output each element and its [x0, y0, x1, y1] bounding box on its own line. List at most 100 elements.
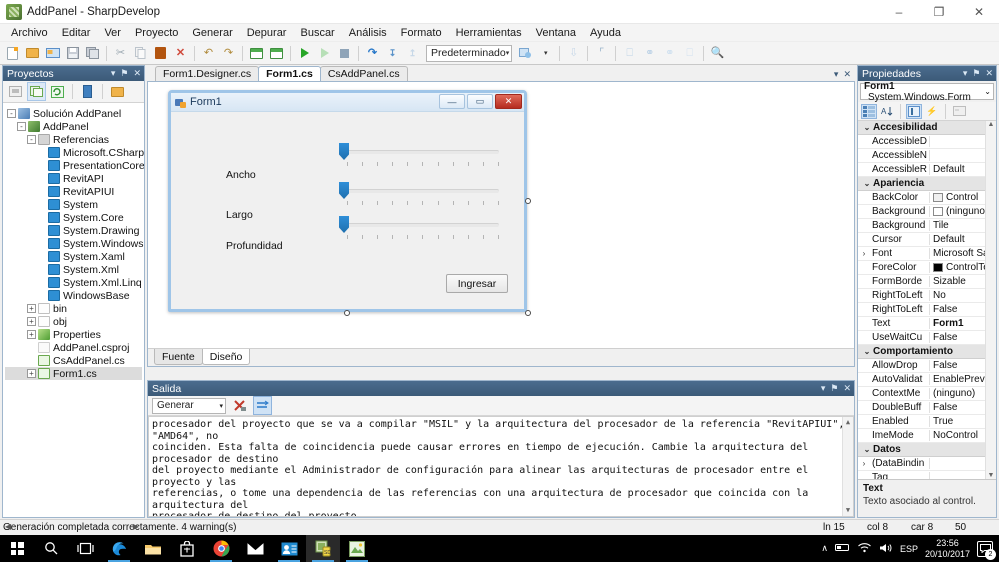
tab-menu-icon[interactable]: ▾: [834, 69, 839, 80]
property-row[interactable]: AccessibleD: [858, 135, 996, 149]
property-row[interactable]: ImeMode NoControl: [858, 429, 996, 443]
start-icon[interactable]: [0, 535, 34, 562]
output-text[interactable]: procesador del proyecto que se va a comp…: [148, 416, 854, 517]
property-category[interactable]: ⌄ Accesibilidad: [858, 121, 996, 135]
download-icon[interactable]: ⇩: [564, 44, 583, 63]
save-icon[interactable]: [63, 44, 82, 63]
undo-icon[interactable]: ↶: [199, 44, 218, 63]
expand-icon[interactable]: +: [27, 369, 36, 378]
clock[interactable]: 23:56 20/10/2017: [925, 538, 970, 560]
scroll-down-icon[interactable]: ▼: [846, 505, 850, 517]
tree-item[interactable]: AddPanel.csproj: [5, 341, 142, 354]
tree-item[interactable]: RevitAPIUI: [5, 185, 142, 198]
menu-proyecto[interactable]: Proyecto: [128, 26, 185, 40]
trackbar-largo[interactable]: [339, 182, 499, 210]
property-row[interactable]: ForeColor ControlTex: [858, 261, 996, 275]
pin-icon[interactable]: ⚑: [972, 68, 980, 79]
chevron-down-icon[interactable]: ▾: [536, 44, 555, 63]
close-icon[interactable]: ✕: [843, 383, 851, 394]
resize-handle-right[interactable]: [525, 198, 531, 204]
file-explorer-icon[interactable]: [136, 535, 170, 562]
property-row[interactable]: Enabled True: [858, 415, 996, 429]
project-tree[interactable]: - Solución AddPanel - AddPanel - Referencias M…: [3, 103, 144, 517]
chrome-icon[interactable]: [204, 535, 238, 562]
expand-icon[interactable]: +: [27, 317, 36, 326]
open-project-icon[interactable]: [43, 44, 62, 63]
collapse-icon[interactable]: -: [27, 135, 36, 144]
property-row[interactable]: Background (ninguno): [858, 205, 996, 219]
search-icon[interactable]: [34, 535, 68, 562]
tree-item[interactable]: PresentationCore: [5, 159, 144, 172]
properties-scrollbar[interactable]: ▲ ▼: [985, 121, 996, 479]
tree-item[interactable]: System.Drawing: [5, 224, 142, 237]
open-folder-icon[interactable]: [108, 82, 127, 101]
property-row[interactable]: RightToLeft No: [858, 289, 996, 303]
task-view-icon[interactable]: [68, 535, 102, 562]
tree-item[interactable]: System.Windows.: [5, 237, 144, 250]
chevron-right-icon[interactable]: ›: [858, 459, 870, 468]
close-icon[interactable]: ✕: [959, 0, 999, 24]
property-row[interactable]: › (DataBindin: [858, 457, 996, 471]
tree-item[interactable]: CsAddPanel.cs: [5, 354, 142, 367]
expand-icon[interactable]: +: [27, 330, 36, 339]
collapse-icon[interactable]: -: [17, 122, 26, 131]
output-category-combo[interactable]: Generar ▾: [152, 397, 226, 414]
properties-icon[interactable]: [6, 82, 25, 101]
run-icon[interactable]: [295, 44, 314, 63]
property-category[interactable]: ⌄ Comportamiento: [858, 345, 996, 359]
step-into-icon[interactable]: ↧: [383, 44, 402, 63]
tree-item[interactable]: Microsoft.CSharp: [5, 146, 144, 159]
property-row[interactable]: AllowDrop False: [858, 359, 996, 373]
property-row[interactable]: ContextMe (ninguno): [858, 387, 996, 401]
tree-item[interactable]: System.Core: [5, 211, 142, 224]
copy-icon[interactable]: [131, 44, 150, 63]
property-row[interactable]: RightToLeft False: [858, 303, 996, 317]
property-row[interactable]: DoubleBuff False: [858, 401, 996, 415]
tree-item[interactable]: - Referencias: [5, 133, 142, 146]
hardware-icon[interactable]: [834, 542, 850, 555]
categorized-icon[interactable]: [861, 103, 877, 119]
trackbar-thumb[interactable]: [339, 143, 349, 160]
pin-icon[interactable]: ⚑: [830, 383, 838, 394]
show-all-files-icon[interactable]: [27, 82, 46, 101]
auto-hide-menu-icon[interactable]: ▾: [111, 68, 116, 79]
auto-hide-menu-icon[interactable]: ▾: [963, 68, 968, 79]
store-icon[interactable]: [170, 535, 204, 562]
search-icon[interactable]: 🔍: [708, 44, 727, 63]
comment-icon[interactable]: ⎕: [620, 44, 639, 63]
paste-icon[interactable]: [151, 44, 170, 63]
scroll-up-icon[interactable]: ▲: [988, 121, 995, 128]
settings-icon[interactable]: [516, 44, 535, 63]
property-row[interactable]: BackColor Control: [858, 191, 996, 205]
save-all-icon[interactable]: [83, 44, 102, 63]
tray-expand-icon[interactable]: ∧: [821, 543, 828, 554]
property-row[interactable]: FormBorde Sizable: [858, 275, 996, 289]
scroll-right-icon[interactable]: ▶: [133, 522, 139, 531]
tree-item[interactable]: + obj: [5, 315, 142, 328]
output-scrollbar[interactable]: ▲ ▼: [842, 417, 853, 516]
tree-item[interactable]: WindowsBase: [5, 289, 142, 302]
form-preview[interactable]: Form1 — ▭ ✕ Ancho Largo Profundidad Ingr…: [168, 90, 527, 312]
tree-item[interactable]: + Properties: [5, 328, 142, 341]
menu-formato[interactable]: Formato: [394, 26, 449, 40]
menu-archivo[interactable]: Archivo: [4, 26, 55, 40]
form-designer-surface[interactable]: Form1 — ▭ ✕ Ancho Largo Profundidad Ingr…: [147, 81, 855, 367]
collapse-icon[interactable]: -: [7, 109, 16, 118]
close-icon[interactable]: ✕: [985, 68, 993, 79]
notifications-icon[interactable]: 2: [977, 540, 996, 560]
stop-icon[interactable]: [335, 44, 354, 63]
resize-handle-corner[interactable]: [525, 310, 531, 316]
image-editor-icon[interactable]: [340, 535, 374, 562]
property-category[interactable]: ⌄ Datos: [858, 443, 996, 457]
volume-icon[interactable]: [879, 542, 893, 556]
language-indicator[interactable]: ESP: [900, 544, 918, 554]
trackbar-profundidad[interactable]: [339, 216, 499, 244]
menu-editar[interactable]: Editar: [55, 26, 98, 40]
scroll-left-icon[interactable]: ◀: [5, 522, 11, 531]
trackbar-thumb[interactable]: [339, 182, 349, 199]
bookmark-clear-icon[interactable]: ⎕: [680, 44, 699, 63]
tree-item[interactable]: RevitAPI: [5, 172, 142, 185]
tab-form1-designer[interactable]: Form1.Designer.cs: [155, 66, 260, 81]
pin-icon[interactable]: ⚑: [120, 68, 128, 79]
expand-icon[interactable]: +: [27, 304, 36, 313]
